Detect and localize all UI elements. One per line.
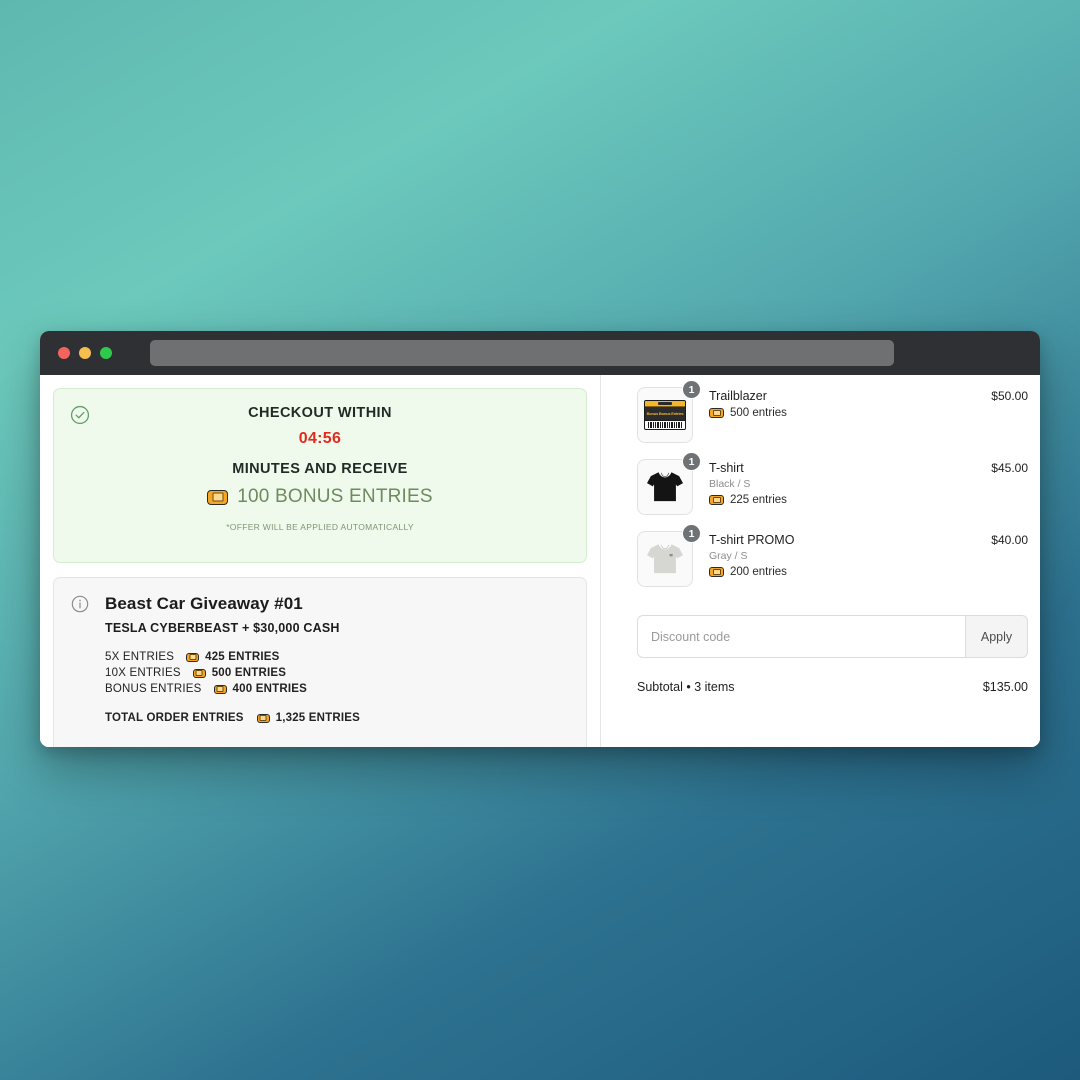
tshirt-icon: [647, 544, 683, 574]
close-window-button[interactable]: [58, 347, 70, 359]
promo-bonus-entries: 100 BONUS ENTRIES: [54, 486, 586, 508]
cart-line-item[interactable]: 1 T-shirt PROMO Gray / S 200 entries $40…: [637, 524, 1028, 587]
subtotal-row: Subtotal • 3 items $135.00: [637, 680, 1028, 694]
giveaway-subtitle: TESLA CYBERBEAST + $30,000 CASH: [105, 621, 340, 635]
cart-line-item[interactable]: Bonus Bonus Entries 1 Trailblazer 500 en…: [637, 380, 1028, 443]
subtotal-value: $135.00: [982, 680, 1028, 694]
browser-window: CHECKOUT WITHIN 04:56 MINUTES AND RECEIV…: [40, 331, 1040, 747]
quantity-badge: 1: [682, 524, 701, 543]
promo-headline: CHECKOUT WITHIN: [248, 405, 392, 421]
entry-row: 5X ENTRIES 425 ENTRIES: [105, 651, 568, 663]
ticket-icon: [709, 567, 724, 577]
cart-item-info: Trailblazer 500 entries: [693, 387, 991, 419]
ticket-icon: [192, 668, 206, 678]
ticket-icon: [709, 495, 724, 505]
cart-item-entries: 500 entries: [709, 407, 991, 419]
entry-row-value: 400 ENTRIES: [232, 683, 307, 695]
check-circle-icon: [69, 404, 91, 426]
total-order-entries-label: TOTAL ORDER ENTRIES: [105, 712, 244, 724]
ticket-icon: [213, 684, 227, 694]
order-summary-pane: Bonus Bonus Entries 1 Trailblazer 500 en…: [601, 375, 1040, 747]
entry-row: BONUS ENTRIES 400 ENTRIES: [105, 683, 568, 695]
cart-item-info: T-shirt PROMO Gray / S 200 entries: [693, 531, 991, 578]
checkout-timer-promo-card: CHECKOUT WITHIN 04:56 MINUTES AND RECEIV…: [53, 388, 587, 563]
giveaway-summary-card: Beast Car Giveaway #01 TESLA CYBERBEAST …: [53, 577, 587, 747]
quantity-badge: 1: [682, 452, 701, 471]
entry-row-label: 5X ENTRIES: [105, 651, 175, 663]
ticket-icon: [709, 408, 724, 418]
giveaway-title: Beast Car Giveaway #01: [105, 594, 303, 613]
promo-subheadline: MINUTES AND RECEIVE: [232, 461, 408, 477]
promo-footnote: *OFFER WILL BE APPLIED AUTOMATICALLY: [226, 522, 414, 532]
discount-code-input[interactable]: [637, 615, 966, 658]
countdown-timer: 04:56: [298, 430, 342, 447]
browser-titlebar: [40, 331, 1040, 375]
apply-discount-button[interactable]: Apply: [966, 615, 1028, 658]
entry-row-value: 500 ENTRIES: [211, 667, 287, 679]
promo-bonus-label: 100 BONUS ENTRIES: [237, 486, 433, 507]
cart-item-price: $40.00: [991, 533, 1028, 547]
ticket-icon: [186, 652, 200, 662]
total-order-entries-value: 1,325 ENTRIES: [275, 712, 361, 724]
cart-item-variant: Gray / S: [709, 550, 748, 562]
cart-item-name: Trailblazer: [709, 389, 767, 403]
cart-item-price: $45.00: [991, 461, 1028, 475]
cart-item-entries-label: 500 entries: [730, 407, 787, 419]
ticket-icon: [256, 713, 270, 723]
entry-row-value-group: 400 ENTRIES: [213, 683, 307, 695]
entry-row: 10X ENTRIES 500 ENTRIES: [105, 667, 568, 679]
maximize-window-button[interactable]: [100, 347, 112, 359]
cart-item-info: T-shirt Black / S 225 entries: [693, 459, 991, 506]
cart-item-entries-label: 225 entries: [730, 494, 787, 506]
product-thumbnail-wrap: 1: [637, 524, 701, 587]
entry-row-value-group: 500 ENTRIES: [192, 667, 287, 679]
cart-item-entries: 225 entries: [709, 494, 991, 506]
window-body: CHECKOUT WITHIN 04:56 MINUTES AND RECEIV…: [40, 375, 1040, 747]
total-order-entries-value-group: 1,325 ENTRIES: [256, 712, 361, 724]
product-thumbnail-wrap: 1: [637, 452, 701, 515]
thumb-caption: Bonus Bonus Entries: [646, 411, 684, 416]
entry-row-value: 425 ENTRIES: [205, 651, 280, 663]
cart-item-variant: Black / S: [709, 478, 751, 490]
minimize-window-button[interactable]: [79, 347, 91, 359]
total-order-entries-row: TOTAL ORDER ENTRIES 1,325 ENTRIES: [105, 712, 568, 724]
entry-row-label: BONUS ENTRIES: [105, 683, 202, 695]
url-bar[interactable]: [150, 340, 894, 366]
cart-item-price: $50.00: [991, 389, 1028, 403]
entry-row-label: 10X ENTRIES: [105, 667, 181, 679]
cart-line-item[interactable]: 1 T-shirt Black / S 225 entries $45.00: [637, 452, 1028, 515]
cart-item-name: T-shirt: [709, 461, 744, 475]
ticket-art: Bonus Bonus Entries: [644, 400, 686, 430]
ticket-icon: [207, 489, 229, 505]
entry-row-value-group: 425 ENTRIES: [186, 651, 279, 663]
subtotal-label: Subtotal • 3 items: [637, 680, 735, 694]
cart-item-name: T-shirt PROMO: [709, 533, 795, 547]
quantity-badge: 1: [682, 380, 701, 399]
discount-code-row: Apply: [637, 615, 1028, 658]
product-thumbnail-wrap: Bonus Bonus Entries 1: [637, 380, 701, 443]
tshirt-icon: [647, 472, 683, 502]
cart-item-entries: 200 entries: [709, 566, 991, 578]
cart-item-entries-label: 200 entries: [730, 566, 787, 578]
left-pane: CHECKOUT WITHIN 04:56 MINUTES AND RECEIV…: [40, 375, 601, 747]
giveaway-entry-rows: 5X ENTRIES 425 ENTRIES 10X ENTRIES 500 E…: [105, 651, 568, 724]
info-circle-icon: [70, 594, 90, 614]
traffic-lights: [58, 347, 112, 359]
